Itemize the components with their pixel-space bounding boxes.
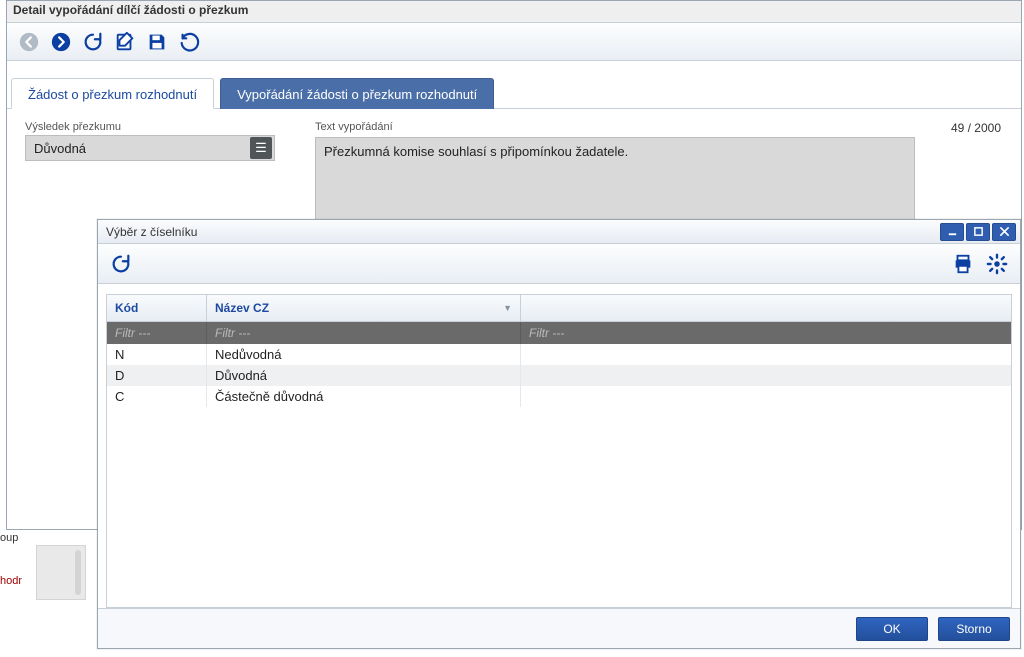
back-button[interactable]: [15, 28, 43, 56]
ok-button[interactable]: OK: [856, 617, 928, 641]
grid-header-row: Kód Název CZ ▼: [107, 295, 1011, 322]
filter-row: Filtr --- Filtr --- Filtr ---: [107, 322, 1011, 344]
background-fragment: oup: [0, 532, 22, 546]
dialog-toolbar: [98, 244, 1020, 284]
grid-body: N Nedůvodná D Důvodná C Částečně důvodná: [107, 344, 1011, 607]
close-button[interactable]: [992, 223, 1016, 241]
cell-blank: [521, 386, 1011, 407]
settings-button[interactable]: [984, 251, 1010, 277]
result-field-group: Výsledek přezkumu Důvodná ☰: [25, 121, 275, 221]
char-counter: 49 / 2000: [951, 121, 1003, 135]
minimize-button[interactable]: [940, 223, 964, 241]
main-toolbar: [7, 23, 1021, 61]
cell-code: C: [107, 386, 207, 407]
refresh-button[interactable]: [79, 28, 107, 56]
result-field[interactable]: Důvodná ☰: [25, 135, 275, 161]
column-header-code-label: Kód: [115, 301, 138, 315]
lookup-open-button[interactable]: ☰: [250, 137, 272, 159]
text-label: Text vypořádání: [315, 121, 393, 133]
settlement-textarea[interactable]: Přezkumná komise souhlasí s připomínkou …: [315, 137, 915, 221]
cell-blank: [521, 344, 1011, 365]
filter-code-input[interactable]: Filtr ---: [107, 322, 207, 344]
dialog-titlebar: Výběr z číselníku: [98, 220, 1020, 244]
dialog-footer: OK Storno: [98, 608, 1020, 648]
cell-blank: [521, 365, 1011, 386]
undo-button[interactable]: [175, 28, 203, 56]
cell-name: Důvodná: [207, 365, 521, 386]
lookup-dialog: Výběr z číselníku Kód: [97, 219, 1021, 649]
background-scroll-thumb: [36, 545, 86, 600]
dialog-title: Výběr z číselníku: [106, 225, 197, 239]
background-fragment: hodn: [0, 575, 22, 589]
save-button[interactable]: [143, 28, 171, 56]
column-header-name-label: Název CZ: [215, 301, 269, 315]
column-header-name[interactable]: Název CZ ▼: [207, 295, 521, 322]
column-header-code[interactable]: Kód: [107, 295, 207, 322]
cell-name: Částečně důvodná: [207, 386, 521, 407]
maximize-button[interactable]: [966, 223, 990, 241]
print-button[interactable]: [950, 251, 976, 277]
cell-code: N: [107, 344, 207, 365]
table-row[interactable]: D Důvodná: [107, 365, 1011, 386]
sort-indicator-icon: ▼: [503, 303, 512, 313]
table-row[interactable]: C Částečně důvodná: [107, 386, 1011, 407]
cell-code: D: [107, 365, 207, 386]
text-field-group: Text vypořádání 49 / 2000 Přezkumná komi…: [315, 121, 1003, 221]
result-label: Výsledek přezkumu: [25, 121, 275, 133]
form-area: Výsledek přezkumu Důvodná ☰ Text vypořád…: [7, 109, 1021, 221]
forward-button[interactable]: [47, 28, 75, 56]
table-row[interactable]: N Nedůvodná: [107, 344, 1011, 365]
result-value: Důvodná: [34, 141, 86, 156]
tab-settlement[interactable]: Vypořádání žádosti o přezkum rozhodnutí: [220, 78, 494, 109]
cancel-button[interactable]: Storno: [938, 617, 1010, 641]
lookup-grid: Kód Název CZ ▼ Filtr --- Filtr --- Filtr…: [106, 294, 1012, 608]
filter-name-input[interactable]: Filtr ---: [207, 322, 521, 344]
edit-button[interactable]: [111, 28, 139, 56]
filter-blank-input[interactable]: Filtr ---: [521, 322, 1011, 344]
tab-strip: Žádost o přezkum rozhodnutí Vypořádání ž…: [7, 77, 1021, 109]
window-title: Detail vypořádání dílčí žádosti o přezku…: [7, 1, 1021, 23]
dialog-refresh-button[interactable]: [108, 251, 134, 277]
column-header-blank: [521, 295, 1011, 322]
tab-request[interactable]: Žádost o přezkum rozhodnutí: [11, 78, 214, 109]
cell-name: Nedůvodná: [207, 344, 521, 365]
